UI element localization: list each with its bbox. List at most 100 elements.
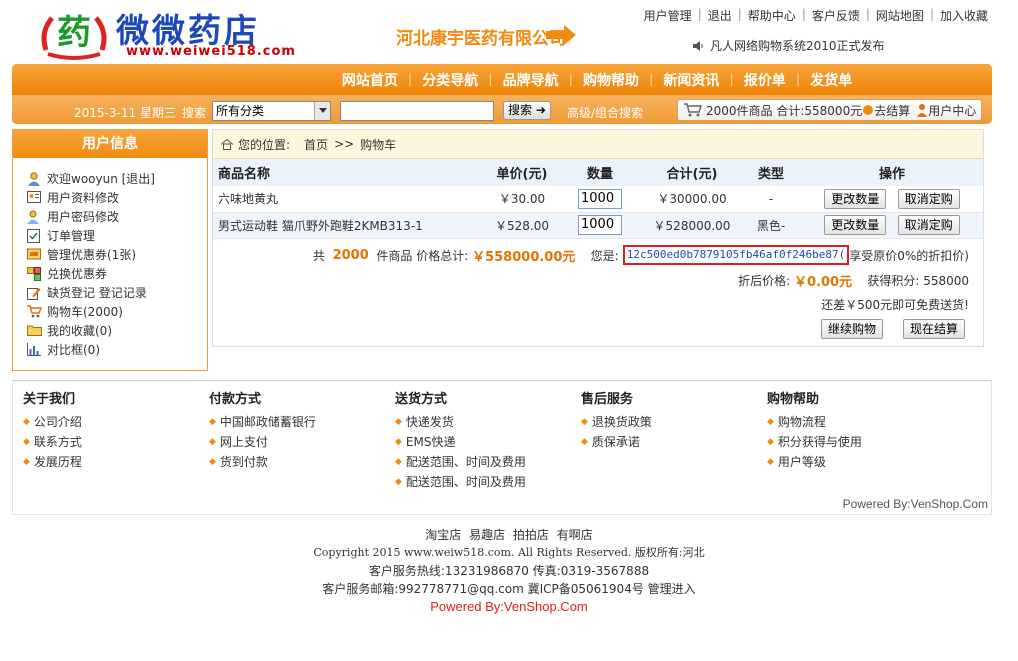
toplink-favorite[interactable]: 加入收藏	[940, 7, 988, 24]
cart-summary-row: 共 2000 件商品 价格总计: ￥558000.00元 您是: 12c500e…	[313, 245, 969, 265]
id-card-icon	[27, 190, 43, 205]
col-total: 合计(元)	[643, 159, 741, 186]
search-button[interactable]: 搜索 ➔	[503, 101, 551, 120]
help-link[interactable]: ◆ 购物流程	[767, 412, 953, 432]
cancel-order-button[interactable]: 取消定购	[897, 188, 960, 209]
update-qty-button[interactable]: 更改数量	[824, 188, 887, 209]
col-type: 类型	[741, 159, 801, 186]
nav-brand[interactable]: 品牌导航	[493, 70, 569, 90]
quantity-input[interactable]: 1000	[578, 188, 622, 209]
help-link[interactable]: ◆ 货到付款	[209, 452, 395, 472]
line-total: ￥528000.00	[643, 212, 741, 239]
continue-shopping-button[interactable]: 继续购物	[820, 319, 883, 339]
powered-by-link[interactable]: Powered By:VenShop.Com	[0, 598, 1018, 616]
bullet-icon: ◆	[209, 437, 216, 447]
checkout-now-button[interactable]: 现在结算	[902, 319, 965, 339]
help-link[interactable]: ◆ 公司介绍	[23, 412, 209, 432]
user-info-panel: 用户信息 欢迎wooyun [退出] 用户资料修改 用户密码修改 订单管理 管理…	[12, 129, 208, 371]
nav-menu: 网站首页 | 分类导航 | 品牌导航 | 购物帮助 | 新闻资讯 | 报价单 | 发货单	[12, 64, 992, 95]
logo-icon[interactable]: 药	[38, 6, 110, 60]
cart-panel: 您的位置: 首页 >> 购物车 商品名称 单价(元) 数量 合计(元) 类型 操…	[212, 129, 984, 347]
table-row: 男式运动鞋 猫爪野外跑鞋2KMB313-1 ￥528.00 1000 ￥5280…	[213, 212, 983, 239]
notice-text[interactable]: 凡人网络购物系统2010正式发布	[710, 37, 885, 54]
help-link[interactable]: ◆ 网上支付	[209, 432, 395, 452]
help-link[interactable]: ◆ 质保承诺	[581, 432, 767, 452]
user-info-title: 用户信息	[13, 130, 207, 158]
nav-news[interactable]: 新闻资讯	[653, 70, 729, 90]
nav-category[interactable]: 分类导航	[412, 70, 488, 90]
quantity-input[interactable]: 1000	[578, 215, 622, 235]
link-taobao[interactable]: 淘宝店	[425, 528, 461, 542]
folder-icon	[27, 324, 43, 338]
toplink-sitemap[interactable]: 网站地图	[876, 7, 924, 24]
sidebar-item-profile[interactable]: 用户资料修改	[27, 188, 207, 207]
breadcrumb-home[interactable]: 首页	[304, 136, 328, 153]
order-icon	[27, 228, 43, 243]
toplink-logout[interactable]: 退出	[708, 7, 732, 24]
toplink-user-manage[interactable]: 用户管理	[644, 7, 692, 24]
help-link[interactable]: ◆ 退换货政策	[581, 412, 767, 432]
toplink-feedback[interactable]: 客户反馈	[812, 7, 860, 24]
help-col-aftersales: 售后服务 ◆ 退换货政策 ◆ 质保承诺	[581, 390, 767, 492]
help-link[interactable]: ◆ 积分获得与使用	[767, 432, 953, 452]
link-youa[interactable]: 有啊店	[557, 528, 593, 542]
help-col-payment: 付款方式 ◆ 中国邮政储蓄银行 ◆ 网上支付 ◆ 货到付款	[209, 390, 395, 492]
help-link[interactable]: ◆ 联系方式	[23, 432, 209, 452]
home-icon	[221, 138, 233, 150]
search-input[interactable]	[340, 101, 494, 121]
cart-summary-box: 2000件商品 合计:558000元 去结算 用户中心	[677, 99, 982, 121]
sidebar-item-compare[interactable]: 对比框(0)	[27, 340, 207, 359]
exchange-icon	[27, 266, 43, 281]
update-qty-button[interactable]: 更改数量	[824, 215, 887, 235]
bullet-icon: ◆	[767, 457, 774, 467]
link-paipai[interactable]: 拍拍店	[513, 528, 549, 542]
help-link[interactable]: ◆ 发展历程	[23, 452, 209, 472]
col-name: 商品名称	[213, 159, 487, 186]
sidebar-item-favorites[interactable]: 我的收藏(0)	[27, 321, 207, 340]
unit-price: ￥528.00	[487, 212, 557, 239]
breadcrumb: 您的位置: 首页 >> 购物车	[213, 130, 983, 159]
help-link[interactable]: ◆ 配送范围、时间及费用	[395, 452, 581, 472]
category-select[interactable]: 所有分类	[212, 101, 331, 121]
advanced-search-link[interactable]: 高级/组合搜索	[567, 104, 643, 121]
help-link[interactable]: ◆ 用户等级	[767, 452, 953, 472]
nav-home[interactable]: 网站首页	[332, 70, 408, 90]
sidebar-item-password[interactable]: 用户密码修改	[27, 207, 207, 226]
cancel-order-button[interactable]: 取消定购	[897, 215, 960, 235]
help-link[interactable]: ◆ EMS快递	[395, 432, 581, 452]
user-icon	[917, 104, 928, 117]
cart-summary[interactable]: 2000件商品 合计:558000元	[706, 102, 862, 119]
product-name-link[interactable]: 男式运动鞋 猫爪野外跑鞋2KMB313-1	[218, 219, 423, 233]
bullet-icon: ◆	[767, 437, 774, 447]
sidebar-item-coupons[interactable]: 管理优惠券(1张)	[27, 245, 207, 264]
nav-delivery[interactable]: 发货单	[800, 70, 862, 90]
bullet-icon: ◆	[581, 437, 588, 447]
help-link[interactable]: ◆ 中国邮政储蓄银行	[209, 412, 395, 432]
table-row: 六味地黄丸 ￥30.00 1000 ￥30000.00 - 更改数量 取消定购	[213, 186, 983, 213]
coupon-code: 12c500ed0b7879105fb46af0f246be87(	[622, 245, 850, 265]
discount-row: 折后价格: ￥0.00元 获得积分: 558000	[738, 271, 969, 291]
email-line: 客户服务邮箱:992778771@qq.com 冀ICP备05061904号 管…	[322, 582, 696, 596]
product-name-link[interactable]: 六味地黄丸	[218, 192, 278, 206]
welcome-item[interactable]: 欢迎wooyun [退出]	[27, 169, 207, 188]
help-link[interactable]: ◆ 配送范围、时间及费用	[395, 472, 581, 492]
sidebar-item-orders[interactable]: 订单管理	[27, 226, 207, 245]
toplink-help[interactable]: 帮助中心	[748, 7, 796, 24]
notice: 凡人网络购物系统2010正式发布	[692, 37, 885, 54]
nav-shopping-help[interactable]: 购物帮助	[573, 70, 649, 90]
help-col-shopping: 购物帮助 ◆ 购物流程 ◆ 积分获得与使用 ◆ 用户等级	[767, 390, 953, 492]
sidebar-item-redeem[interactable]: 兑换优惠券	[27, 264, 207, 283]
checkout-link[interactable]: 去结算	[874, 102, 910, 119]
help-link[interactable]: ◆ 快递发货	[395, 412, 581, 432]
sidebar-item-cart[interactable]: 购物车(2000)	[27, 302, 207, 321]
company-name: 河北康宇医药有限公司	[396, 29, 566, 49]
sidebar-item-stockout[interactable]: 缺货登记 登记记录	[27, 283, 207, 302]
discount-note: 享受原价0%的折扣价)	[849, 248, 969, 263]
link-yiqu[interactable]: 易趣店	[469, 528, 505, 542]
hotline: 客户服务热线:13231986870 传真:0319-3567888	[368, 564, 650, 578]
bullet-icon: ◆	[209, 457, 216, 467]
user-menu: 欢迎wooyun [退出] 用户资料修改 用户密码修改 订单管理 管理优惠券(1…	[13, 158, 207, 359]
nav-quote[interactable]: 报价单	[734, 70, 796, 90]
speaker-icon	[693, 40, 703, 51]
user-center-link[interactable]: 用户中心	[928, 102, 976, 119]
